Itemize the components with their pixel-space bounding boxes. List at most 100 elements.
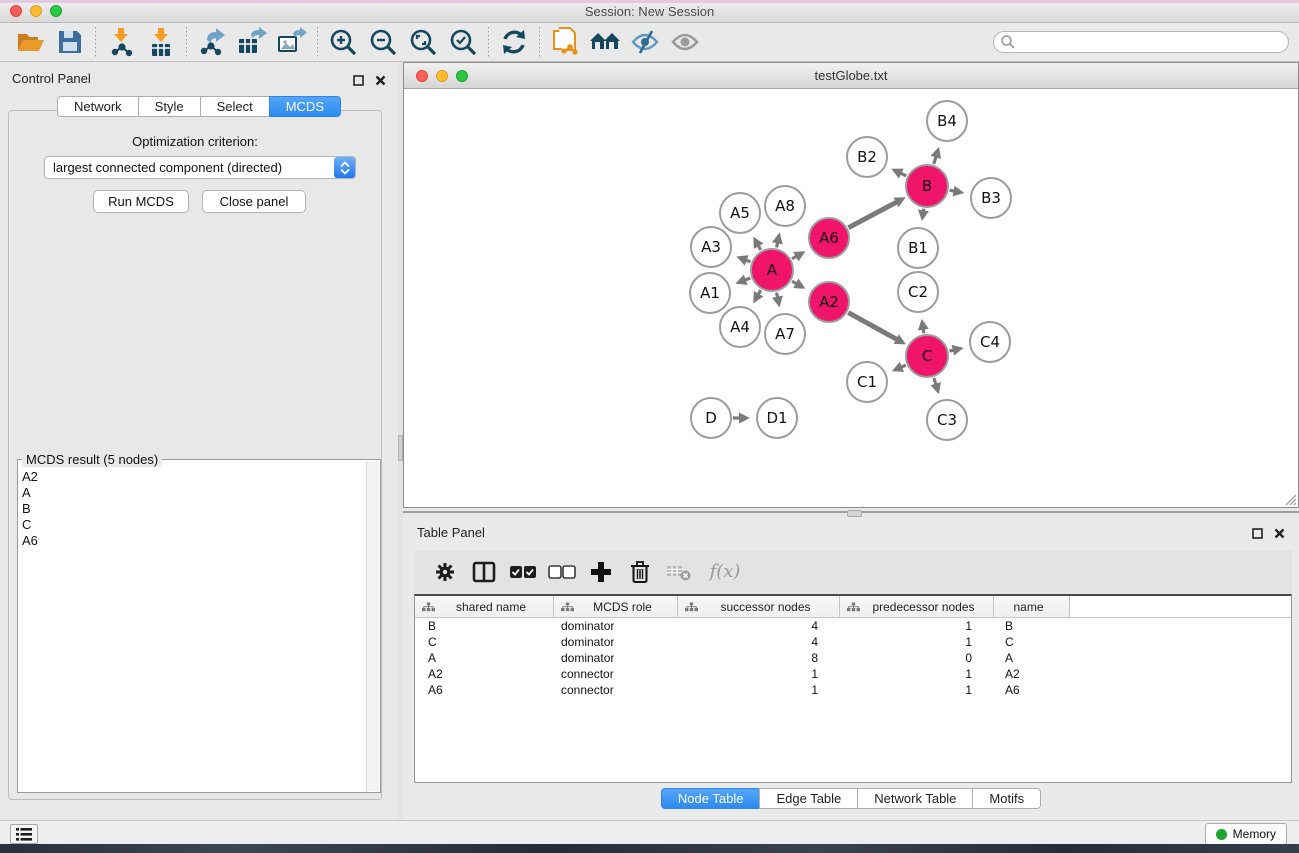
- export-network-icon[interactable]: [192, 26, 232, 58]
- edge-A-A6[interactable]: [792, 256, 797, 259]
- tab-network-table[interactable]: Network Table: [857, 788, 973, 809]
- node-C4[interactable]: C4: [970, 322, 1010, 362]
- settings-gear-icon[interactable]: [430, 557, 460, 587]
- edge-A-A7[interactable]: [777, 293, 778, 298]
- delete-columns-icon[interactable]: [625, 557, 655, 587]
- eye-icon[interactable]: [665, 26, 705, 58]
- node-C3[interactable]: C3: [927, 400, 967, 440]
- cell[interactable]: 1: [840, 635, 994, 649]
- edge-C-C4[interactable]: [949, 350, 953, 351]
- eye-hidden-icon[interactable]: [625, 26, 665, 58]
- tab-select[interactable]: Select: [200, 96, 270, 117]
- open-folder-icon[interactable]: [10, 26, 50, 58]
- export-table-icon[interactable]: [232, 26, 272, 58]
- network-canvas[interactable]: AA1A2A3A4A5A6A7A8BB1B2B3B4CC1C2C3C4DD1: [404, 89, 1298, 507]
- delete-table-icon[interactable]: [664, 557, 694, 587]
- column-header-MCDS-role[interactable]: MCDS role: [554, 596, 678, 617]
- cell[interactable]: A6: [994, 683, 1070, 697]
- tab-motifs[interactable]: Motifs: [972, 788, 1041, 809]
- cell[interactable]: 1: [840, 683, 994, 697]
- node-C2[interactable]: C2: [898, 272, 938, 312]
- node-A6[interactable]: A6: [809, 218, 849, 258]
- node-B[interactable]: B: [906, 165, 948, 207]
- node-C1[interactable]: C1: [847, 362, 887, 402]
- cell[interactable]: C: [994, 635, 1070, 649]
- run-mcds-button[interactable]: Run MCDS: [93, 190, 189, 213]
- result-item[interactable]: C: [22, 517, 364, 533]
- node-D[interactable]: D: [691, 398, 731, 438]
- toggle-panel-columns-icon[interactable]: [469, 557, 499, 587]
- edge-B-B3[interactable]: [950, 190, 955, 191]
- edge-A-A4[interactable]: [758, 290, 761, 295]
- table-row[interactable]: A2connector11A2: [415, 666, 1291, 682]
- float-panel-icon[interactable]: [1252, 526, 1263, 544]
- column-header-predecessor-nodes[interactable]: predecessor nodes: [840, 596, 994, 617]
- tab-node-table[interactable]: Node Table: [661, 788, 761, 809]
- edge-A-A8[interactable]: [777, 242, 778, 247]
- cell[interactable]: dominator: [554, 651, 678, 665]
- node-table[interactable]: shared nameMCDS rolesuccessor nodesprede…: [414, 594, 1292, 783]
- cell[interactable]: C: [415, 635, 554, 649]
- float-panel-icon[interactable]: [353, 73, 364, 91]
- node-A1[interactable]: A1: [690, 273, 730, 313]
- cell[interactable]: B: [415, 619, 554, 633]
- table-row[interactable]: Bdominator41B: [415, 618, 1291, 634]
- import-network-icon[interactable]: [101, 26, 141, 58]
- resize-grip-icon[interactable]: [1283, 492, 1297, 506]
- add-column-icon[interactable]: [586, 557, 616, 587]
- close-panel-icon[interactable]: [1274, 526, 1285, 544]
- result-scrollbar[interactable]: [366, 461, 379, 791]
- node-C[interactable]: C: [906, 335, 948, 377]
- refresh-icon[interactable]: [494, 26, 534, 58]
- close-panel-button[interactable]: Close panel: [202, 190, 306, 213]
- node-A5[interactable]: A5: [720, 193, 760, 233]
- column-header-successor-nodes[interactable]: successor nodes: [678, 596, 840, 617]
- optimization-criterion-select[interactable]: largest connected component (directed): [44, 156, 356, 179]
- cell[interactable]: A: [415, 651, 554, 665]
- zoom-fit-icon[interactable]: [403, 26, 443, 58]
- divider-handle[interactable]: [847, 510, 862, 517]
- node-B2[interactable]: B2: [847, 137, 887, 177]
- cell[interactable]: 1: [840, 667, 994, 681]
- column-header-name[interactable]: name: [994, 596, 1070, 617]
- cell[interactable]: 1: [840, 619, 994, 633]
- zoom-out-icon[interactable]: [363, 26, 403, 58]
- cell[interactable]: A2: [415, 667, 554, 681]
- cell[interactable]: A2: [994, 667, 1070, 681]
- edge-B-B2[interactable]: [900, 173, 906, 176]
- cell[interactable]: 0: [840, 651, 994, 665]
- node-A3[interactable]: A3: [691, 227, 731, 267]
- node-A[interactable]: A: [751, 249, 793, 291]
- node-D1[interactable]: D1: [757, 398, 797, 438]
- select-all-checkboxes-icon[interactable]: [508, 557, 538, 587]
- edge-A-A1[interactable]: [745, 278, 751, 280]
- save-icon[interactable]: [50, 26, 90, 58]
- node-A2[interactable]: A2: [809, 282, 849, 322]
- close-panel-icon[interactable]: [375, 73, 386, 91]
- cell[interactable]: B: [994, 619, 1070, 633]
- node-B4[interactable]: B4: [927, 101, 967, 141]
- tab-mcds[interactable]: MCDS: [269, 96, 341, 117]
- cell[interactable]: A: [994, 651, 1070, 665]
- cell[interactable]: 4: [678, 619, 840, 633]
- cell[interactable]: connector: [554, 683, 678, 697]
- document-network-icon[interactable]: [545, 26, 585, 58]
- cell[interactable]: dominator: [554, 619, 678, 633]
- cell[interactable]: 4: [678, 635, 840, 649]
- result-item[interactable]: B: [22, 501, 364, 517]
- node-A7[interactable]: A7: [765, 314, 805, 354]
- edge-B-B4[interactable]: [934, 156, 936, 164]
- network-window-titlebar[interactable]: testGlobe.txt: [404, 63, 1298, 89]
- edge-A2-C[interactable]: [848, 313, 897, 340]
- cell[interactable]: 1: [678, 683, 840, 697]
- result-item[interactable]: A2: [22, 469, 364, 485]
- horizontal-split-divider[interactable]: [403, 508, 1299, 517]
- result-item[interactable]: A6: [22, 533, 364, 549]
- zoom-in-icon[interactable]: [323, 26, 363, 58]
- node-B1[interactable]: B1: [898, 228, 938, 268]
- zoom-selected-icon[interactable]: [443, 26, 483, 58]
- edge-A-A3[interactable]: [746, 260, 751, 262]
- search-box[interactable]: [993, 31, 1289, 53]
- table-row[interactable]: Cdominator41C: [415, 634, 1291, 650]
- tab-network[interactable]: Network: [57, 96, 139, 117]
